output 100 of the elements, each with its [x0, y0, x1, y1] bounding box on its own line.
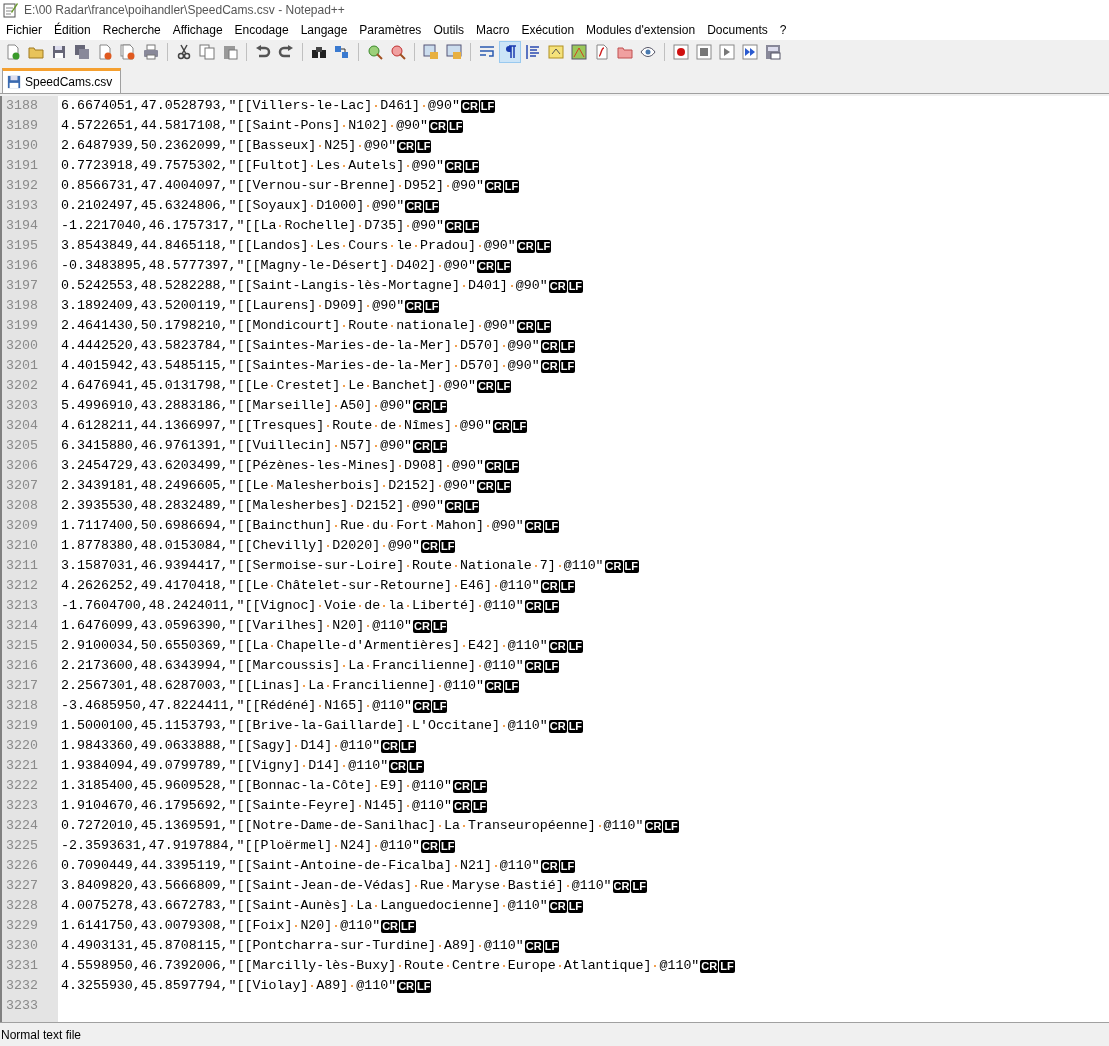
line-ending-marker: LF: [408, 759, 424, 773]
copy-icon: [199, 44, 215, 60]
record-button[interactable]: [670, 41, 692, 63]
line-number: 3228: [6, 897, 38, 916]
line-number: 3227: [6, 877, 38, 896]
code-line: 1.8778380,48.0153084,"[[Chevilly] D2020] @90": [61, 537, 421, 556]
line-ending-marker: CR: [381, 919, 400, 933]
line-ending-marker: CR: [524, 519, 543, 533]
line-ending-marker: CR: [524, 659, 543, 673]
play-button[interactable]: [716, 41, 738, 63]
menu-item[interactable]: Édition: [48, 20, 97, 40]
code-line: 1.5000100,45.1153793,"[[Brive-la-Gaillarde] L'Occitane] @110": [61, 717, 548, 736]
line-number: 3221: [6, 757, 38, 776]
show-all-characters-button[interactable]: [499, 41, 521, 63]
line-ending-marker: CR: [484, 679, 503, 693]
code-line: 3.1892409,43.5200119,"[[Laurens] D909] @90": [61, 297, 405, 316]
line-ending-marker: CR: [405, 199, 423, 213]
zoom-out-icon: [390, 44, 406, 60]
menu-item[interactable]: Recherche: [96, 20, 167, 40]
stop-button[interactable]: [693, 41, 715, 63]
line-ending-marker: LF: [495, 379, 512, 393]
play-icon: [719, 44, 735, 60]
line-ending-marker: CR: [604, 559, 623, 573]
line-ending-marker: CR: [540, 339, 559, 353]
code-line: 0.8566731,47.4004097,"[[Vernou-sur-Brenne] D952] @90": [61, 177, 484, 196]
line-ending-marker: LF: [623, 559, 639, 573]
line-ending-marker: CR: [540, 859, 559, 873]
line-number: 3189: [6, 117, 38, 136]
line-ending-marker: CR: [413, 399, 431, 413]
line-ending-marker: LF: [567, 899, 584, 913]
close-file-icon: [97, 44, 113, 60]
line-number: 3191: [6, 157, 38, 176]
save-macro-icon: [765, 44, 781, 60]
code-line: 1.9384094,49.0799789,"[[Vigny] D14] @110": [61, 757, 389, 776]
line-ending-marker: CR: [644, 819, 663, 833]
line-ending-marker: CR: [548, 639, 567, 653]
file-tab[interactable]: SpeedCams.csv: [2, 68, 122, 93]
line-ending-marker: LF: [511, 419, 528, 433]
line-number: 3231: [6, 957, 38, 976]
replace-icon: [334, 44, 350, 60]
line-ending-marker: CR: [445, 499, 463, 513]
line-number: 3205: [6, 437, 38, 456]
line-number: 3224: [6, 817, 38, 836]
menu-item[interactable]: Fichier: [0, 20, 48, 40]
line-number: 3213: [6, 597, 38, 616]
code-line: 4.6476941,45.0131798,"[[Le Crestet] Le Banchet] @90": [61, 377, 476, 396]
menu-item[interactable]: Modules d'extension: [580, 20, 702, 40]
code-line: 3.8543849,44.8465118,"[[Landos] Les Cours le Pradou] @90": [61, 237, 516, 256]
line-number: 3195: [6, 237, 38, 256]
menu-item[interactable]: Affichage: [166, 20, 229, 40]
code-line: 2.2567301,48.6287003,"[[Linas] La Francilienne] @110": [61, 677, 484, 696]
menu-item[interactable]: Encodage: [228, 20, 295, 40]
line-ending-marker: LF: [535, 239, 552, 253]
function-list-icon: [594, 44, 610, 60]
code-line: 4.6128211,44.1366997,"[[Tresques] Route de Nîmes] @90": [61, 417, 492, 436]
line-ending-marker: CR: [421, 539, 439, 553]
redo-icon: [278, 44, 294, 60]
line-ending-marker: LF: [400, 919, 416, 933]
line-ending-marker: LF: [447, 119, 464, 133]
line-ending-marker: CR: [397, 139, 415, 153]
menu-item[interactable]: Macro: [470, 20, 516, 40]
line-ending-marker: CR: [612, 879, 631, 893]
line-ending-marker: LF: [400, 739, 416, 753]
line-ending-marker: LF: [543, 599, 560, 613]
line-ending-marker: LF: [432, 699, 448, 713]
line-number: 3201: [6, 357, 38, 376]
line-number: 3233: [6, 997, 38, 1016]
line-number: 3220: [6, 737, 38, 756]
menu-item[interactable]: Langage: [294, 20, 354, 40]
code-line: 4.5722651,44.5817108,"[[Saint-Pons] N102] @90": [61, 117, 429, 136]
line-number: 3232: [6, 977, 38, 996]
line-number: 3222: [6, 777, 38, 796]
line-ending-marker: LF: [559, 359, 576, 373]
fast-forward-button[interactable]: [739, 41, 761, 63]
menu-item[interactable]: Outils: [427, 20, 471, 40]
text-editor[interactable]: [0, 96, 1109, 1022]
new-file-icon: [5, 44, 21, 60]
code-line: 0.5242553,48.5282288,"[[Saint-Langis-lès-Mortagne] D401] @90": [61, 277, 548, 296]
line-ending-marker: LF: [503, 459, 520, 473]
line-number: 3211: [6, 557, 38, 576]
line-ending-marker: LF: [463, 219, 480, 233]
line-ending-marker: LF: [463, 499, 480, 513]
line-number: 3194: [6, 217, 38, 236]
line-ending-marker: CR: [548, 719, 567, 733]
menu-item[interactable]: Paramètres: [353, 20, 428, 40]
line-ending-marker: CR: [540, 579, 559, 593]
line-ending-marker: CR: [405, 299, 423, 313]
line-number: 3210: [6, 537, 38, 556]
menu-item[interactable]: Exécution: [515, 20, 581, 40]
line-ending-marker: CR: [700, 959, 719, 973]
line-ending-marker: LF: [424, 299, 440, 313]
code-line: 2.2173600,48.6343994,"[[Marcoussis] La Francilienne] @110": [61, 657, 524, 676]
menu-item[interactable]: Documents: [701, 20, 774, 40]
line-number: 3190: [6, 137, 38, 156]
line-number: 3202: [6, 377, 38, 396]
line-ending-marker: CR: [484, 459, 503, 473]
line-ending-marker: LF: [416, 979, 432, 993]
line-ending-marker: LF: [535, 319, 552, 333]
line-number: 3198: [6, 297, 38, 316]
menu-item[interactable]: ?: [773, 20, 793, 40]
